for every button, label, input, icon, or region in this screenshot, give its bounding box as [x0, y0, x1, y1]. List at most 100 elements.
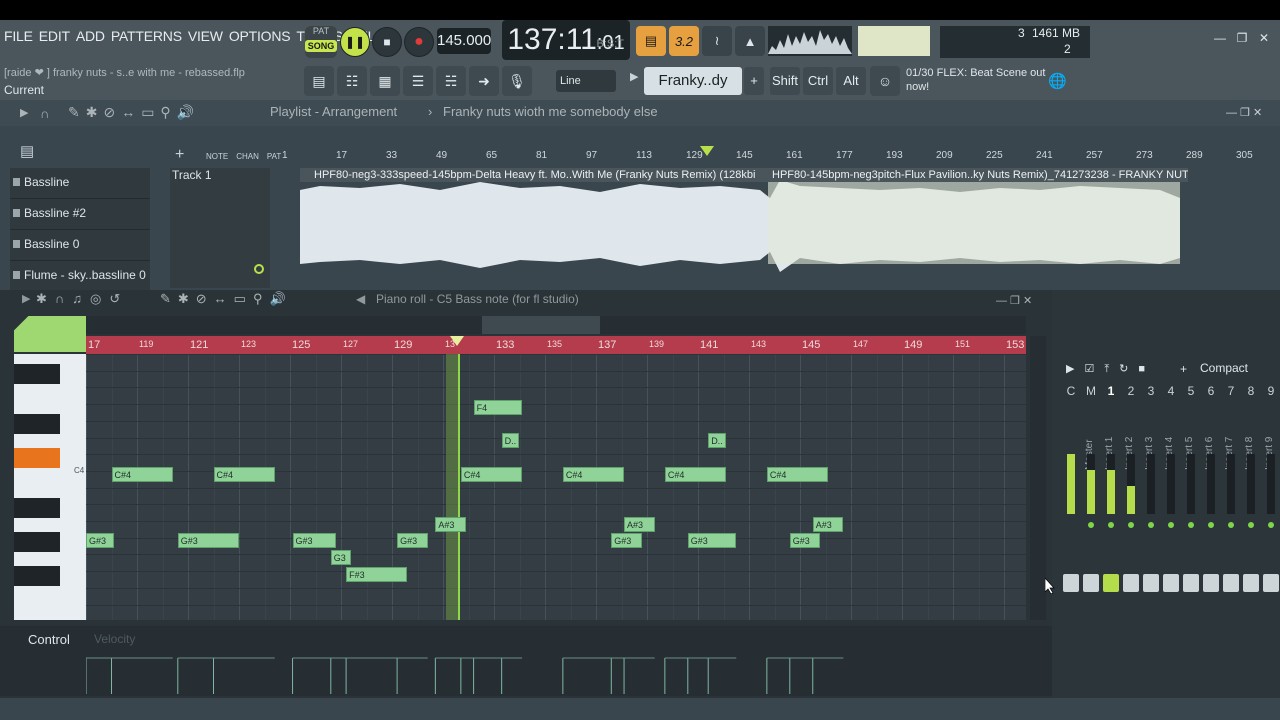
menu-add[interactable]: ADD: [76, 28, 105, 44]
note-f4[interactable]: F4: [473, 399, 523, 415]
note-asharp3[interactable]: A#3: [435, 516, 466, 532]
menu-edit[interactable]: EDIT: [39, 28, 70, 44]
channel-enable-dot[interactable]: [1268, 522, 1274, 528]
add-track-icon[interactable]: +: [175, 146, 184, 164]
note-csharp4[interactable]: C#4: [460, 466, 523, 482]
audio-clip-2[interactable]: HPF80-145bpm-neg3pitch-Flux Pavilion..ky…: [758, 168, 1188, 182]
mixer-channel[interactable]: 9Insert 9: [1262, 384, 1280, 684]
pattern-item[interactable]: Bassline: [10, 168, 150, 199]
note-gsharp3[interactable]: G#3: [177, 533, 239, 549]
channel-enable-dot[interactable]: [1108, 522, 1114, 528]
channel-fader[interactable]: [1083, 574, 1099, 592]
shift-key-button[interactable]: Shift: [770, 67, 800, 95]
mixer-channel[interactable]: C: [1062, 384, 1080, 684]
note-gsharp3[interactable]: G#3: [292, 533, 336, 549]
channel-enable-dot[interactable]: [1208, 522, 1214, 528]
mixer-button[interactable]: ☵: [436, 66, 466, 96]
note-grid[interactable]: G#3 C#4 G#3 C#4 G#3 G3 F#3 G#3 A#3 C#4 F4 D.. C#4 G#3…: [86, 354, 1026, 620]
mixer-channel[interactable]: 5Insert 5: [1182, 384, 1200, 684]
note-gsharp3[interactable]: G#3: [611, 533, 642, 549]
note-g3[interactable]: G3: [330, 550, 352, 565]
playhead-marker[interactable]: [700, 146, 714, 156]
channel-fader[interactable]: [1103, 574, 1119, 592]
note-csharp4[interactable]: C#4: [562, 466, 625, 482]
hint-panel[interactable]: 01/30 FLEX: Beat Scene out now!: [906, 66, 1066, 96]
velocity-lane[interactable]: [86, 650, 1026, 694]
browser-button[interactable]: ☰: [403, 66, 433, 96]
black-key[interactable]: [14, 532, 60, 552]
vertical-scrollbar[interactable]: [1030, 336, 1046, 620]
channel-fader[interactable]: [1163, 574, 1179, 592]
microphone-button[interactable]: 🎙: [502, 66, 532, 96]
note-gsharp3[interactable]: G#3: [687, 533, 737, 549]
close-icon[interactable]: ✕: [1256, 30, 1272, 46]
channel-enable-dot[interactable]: [1228, 522, 1234, 528]
track-header[interactable]: Track 1: [170, 168, 270, 288]
playlist-audio-track[interactable]: HPF80-neg3-333speed-145bpm-Delta Heavy f…: [300, 168, 1188, 280]
note-csharp4[interactable]: C#4: [111, 466, 173, 482]
piano-roll-menu-icon[interactable]: ▶: [22, 292, 30, 305]
note-d[interactable]: D..: [708, 433, 727, 449]
maximize-icon[interactable]: ❐: [1234, 30, 1250, 46]
pattern-item[interactable]: Bassline 0: [10, 230, 150, 261]
arrow-button[interactable]: ➜: [469, 66, 499, 96]
piano-roll-scrollbar[interactable]: [86, 316, 1026, 334]
typing-keyboard-button[interactable]: ▤: [636, 26, 666, 56]
piano-roll-edit-tools[interactable]: ✎✱⊘↔▭⚲🔊: [160, 291, 293, 307]
piano-roll-window-controls[interactable]: — ❐ ✕: [996, 294, 1032, 307]
playlist-tools[interactable]: ✎✱⊘↔▭⚲🔊: [68, 104, 200, 121]
menu-file[interactable]: FILE: [4, 28, 33, 44]
metronome-button[interactable]: ▲: [735, 26, 765, 56]
step-edit-button[interactable]: ≀: [702, 26, 732, 56]
pattern-selector[interactable]: Franky..dy else: [644, 67, 742, 117]
channel-enable-dot[interactable]: [1128, 522, 1134, 528]
mixer-channel[interactable]: 6Insert 6: [1202, 384, 1220, 684]
channel-fader[interactable]: [1143, 574, 1159, 592]
pattern-item[interactable]: Bassline #2: [10, 199, 150, 230]
piano-icon[interactable]: ▤: [20, 142, 34, 160]
note-gsharp3[interactable]: G#3: [86, 533, 115, 549]
menu-patterns[interactable]: PATTERNS: [111, 28, 182, 44]
channel-fader[interactable]: [1243, 574, 1259, 592]
piano-keyboard[interactable]: C4: [14, 354, 86, 620]
snap-line-select[interactable]: Line: [556, 70, 616, 92]
stop-button[interactable]: ■: [372, 27, 402, 57]
mixer-channel[interactable]: 2Insert 2: [1122, 384, 1140, 684]
playlist-menu-icon[interactable]: ▶: [20, 106, 28, 119]
note-csharp4[interactable]: C#4: [664, 466, 727, 482]
pattern-prev-icon[interactable]: ▶: [630, 70, 638, 83]
minimize-icon[interactable]: —: [1212, 30, 1228, 46]
menu-options[interactable]: OPTIONS: [229, 28, 291, 44]
globe-icon[interactable]: 🌐: [1048, 72, 1067, 90]
tempo-display[interactable]: 145.000: [437, 28, 491, 54]
mixer-channel[interactable]: 7Insert 7: [1222, 384, 1240, 684]
channel-fader[interactable]: [1183, 574, 1199, 592]
pause-button[interactable]: ❚❚: [340, 27, 370, 57]
channel-fader[interactable]: [1263, 574, 1279, 592]
scroll-thumb[interactable]: [482, 316, 600, 334]
note-csharp4[interactable]: C#4: [213, 466, 275, 482]
channel-enable-dot[interactable]: [1248, 522, 1254, 528]
menu-view[interactable]: VIEW: [188, 28, 223, 44]
mixer-channel[interactable]: 4Insert 4: [1162, 384, 1180, 684]
channel-fader[interactable]: [1203, 574, 1219, 592]
note-asharp3[interactable]: A#3: [812, 516, 844, 532]
black-key[interactable]: [14, 498, 60, 518]
black-key[interactable]: [14, 566, 60, 586]
channel-enable-dot[interactable]: [1088, 522, 1094, 528]
mixer-channel[interactable]: MMaster: [1082, 384, 1100, 684]
note-asharp3[interactable]: A#3: [624, 516, 655, 532]
piano-roll-ruler[interactable]: 17 119 121 123 125 127 129 13 133 135 137 139 141 143…: [86, 336, 1026, 354]
channel-enable-dot[interactable]: [1148, 522, 1154, 528]
hint-bot-button[interactable]: ☺: [870, 66, 900, 96]
note-csharp4[interactable]: C#4: [766, 466, 829, 482]
note-properties-button[interactable]: [14, 316, 86, 352]
note-gsharp3[interactable]: G#3: [397, 533, 428, 549]
channel-enable-dot[interactable]: [1168, 522, 1174, 528]
countdown-button[interactable]: 3.2: [669, 26, 699, 56]
channel-rack-button[interactable]: ☷: [337, 66, 367, 96]
alt-key-button[interactable]: Alt: [836, 67, 866, 95]
control-label[interactable]: Control: [28, 632, 70, 647]
playlist-ruler[interactable]: 1 17 33 49 65 81 97 113 129 145 161 177 193 209 225 241…: [280, 150, 1280, 166]
channel-fader[interactable]: [1123, 574, 1139, 592]
